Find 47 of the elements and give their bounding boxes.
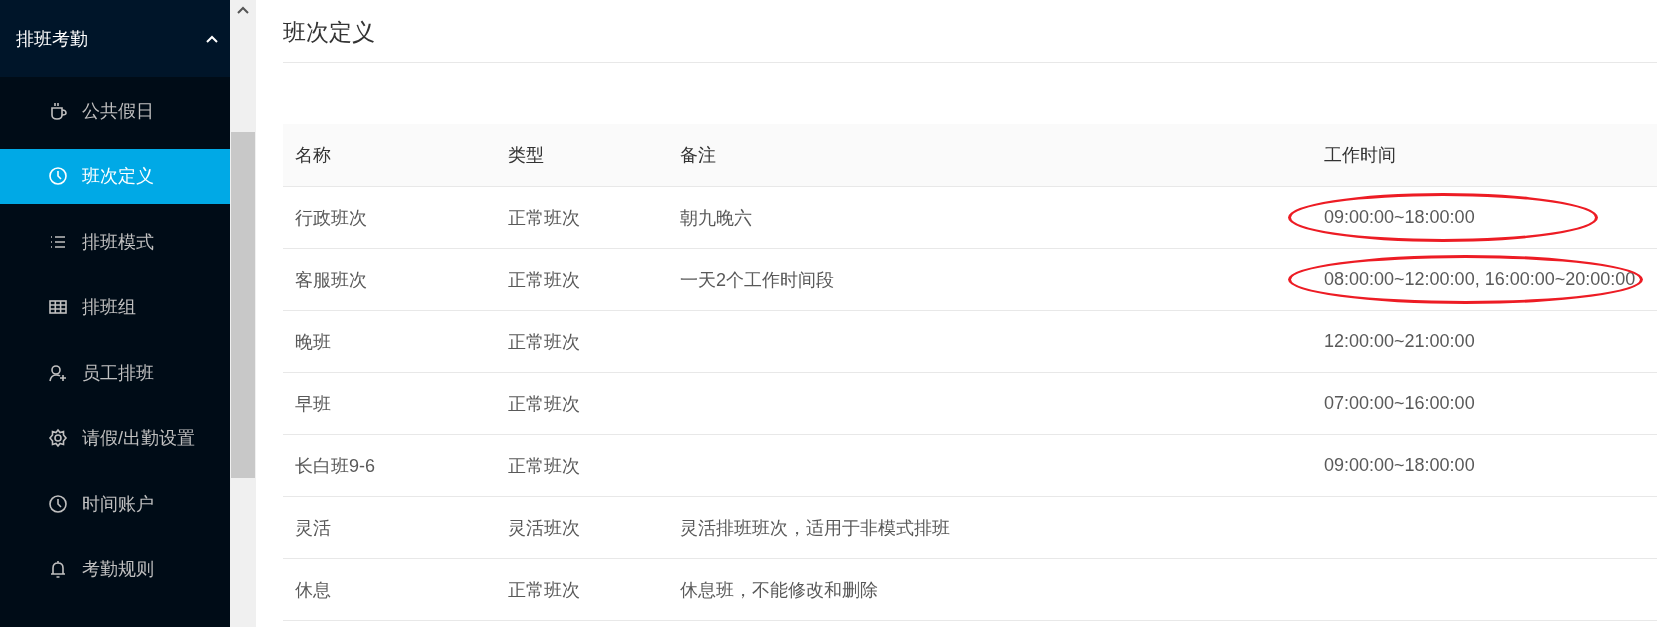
name-cell-text: 休息 (295, 578, 331, 602)
scrollbar[interactable] (230, 0, 256, 627)
menu-item[interactable]: 排班模式 (0, 214, 230, 269)
column-header: 工作时间 (1323, 144, 1397, 167)
time-cell: 08:00:00~12:00:00, 16:00:00~20:00:00 (1324, 269, 1636, 290)
column-header: 类型 (507, 144, 545, 167)
menu-item[interactable]: 员工排班 (0, 345, 230, 400)
name-cell-text: 早班 (295, 392, 331, 416)
type-cell-text: 正常班次 (508, 330, 580, 354)
settings-icon (48, 428, 68, 448)
table-icon (48, 297, 68, 317)
name-cell-text: 行政班次 (295, 206, 367, 230)
type-cell-text: 正常班次 (508, 578, 580, 602)
page-title: 班次定义 (283, 0, 1657, 63)
menu-item[interactable]: 请假/出勤设置 (0, 410, 230, 466)
note-cell-text: 朝九晚六 (680, 206, 752, 230)
menu-item[interactable]: 公共假日 (0, 83, 230, 138)
menu-item[interactable]: 排班组 (0, 279, 230, 335)
cup-icon (48, 100, 68, 121)
type-cell-text: 正常班次 (508, 454, 580, 478)
menu-group-label: 排班考勤 (16, 27, 88, 51)
name-cell-text: 晚班 (295, 330, 331, 354)
type-cell-text: 正常班次 (508, 392, 580, 416)
type-cell-text: 灵活班次 (508, 516, 580, 540)
clock-icon (48, 166, 68, 186)
menu-item[interactable]: 考勤规则 (0, 541, 230, 597)
bell-icon (48, 559, 68, 579)
name-cell-text: 客服班次 (295, 268, 367, 292)
type-cell-text: 正常班次 (508, 268, 580, 292)
clock-icon (48, 493, 68, 514)
column-header: 名称 (294, 144, 332, 167)
name-cell-text: 灵活 (295, 516, 331, 540)
note-cell-text: 休息班，不能修改和删除 (680, 578, 878, 602)
time-cell: 07:00:00~16:00:00 (1324, 393, 1475, 414)
name-cell-text: 长白班9-6 (295, 454, 375, 478)
type-cell-text: 正常班次 (508, 206, 580, 230)
scrollbar-thumb[interactable] (231, 132, 255, 478)
time-cell: 09:00:00~18:00:00 (1324, 207, 1475, 228)
note-cell-text: 灵活排班班次，适用于非模式排班 (680, 516, 950, 540)
menu-item[interactable]: 时间账户 (0, 476, 230, 531)
time-cell: 12:00:00~21:00:00 (1324, 331, 1475, 352)
note-cell-text: 一天2个工作时间段 (680, 268, 834, 292)
user-add-icon (48, 362, 68, 383)
scroll-up-icon[interactable] (237, 6, 249, 14)
menu-group-header[interactable]: 排班考勤 (0, 0, 230, 77)
time-cell: 09:00:00~18:00:00 (1324, 455, 1475, 476)
column-header: 备注 (679, 144, 717, 167)
